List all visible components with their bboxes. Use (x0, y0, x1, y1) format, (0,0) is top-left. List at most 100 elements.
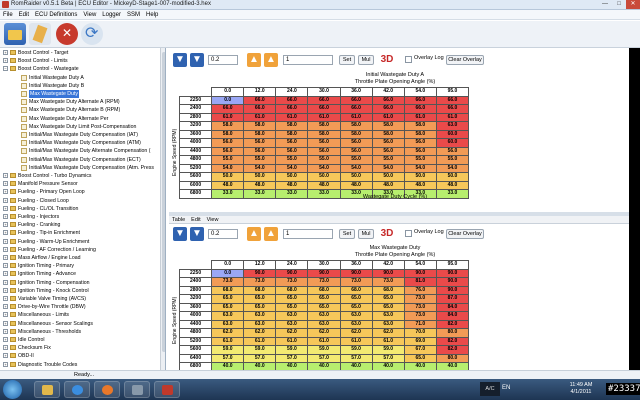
table-cell[interactable]: 65.0 (339, 302, 373, 312)
av-indicator[interactable]: A/C (480, 382, 500, 396)
table-cell[interactable]: 65.0 (307, 294, 341, 304)
table-cell[interactable]: 55.0 (243, 155, 277, 165)
decrement-fine-button[interactable] (173, 53, 187, 67)
tree-item[interactable]: Max Wastegate Duty Alternate B (RPM) (0, 106, 165, 114)
table-cell[interactable]: 61.0 (435, 112, 470, 122)
table-cell[interactable]: 48.0 (275, 180, 309, 190)
table-cell[interactable]: 58.0 (371, 121, 405, 131)
tree-item[interactable]: + Miscellaneous - Sensor Scalings (0, 320, 165, 328)
row-header[interactable]: 4400 (178, 319, 213, 329)
row-header[interactable]: 6000 (178, 180, 213, 190)
maximize-button[interactable]: □ (612, 0, 626, 9)
row-header[interactable]: 4400 (178, 146, 213, 156)
tree-item[interactable]: + Diagnostic Trouble Codes (0, 361, 165, 369)
table-cell[interactable]: 55.0 (307, 155, 341, 165)
table-cell[interactable]: 57.0 (307, 353, 341, 363)
clear-overlay-button[interactable]: Clear Overlay (446, 55, 484, 65)
table-cell[interactable]: 82.0 (435, 345, 470, 355)
menu-edit[interactable]: Edit (16, 10, 32, 19)
table-cell[interactable]: 58.0 (339, 121, 373, 131)
start-button[interactable] (3, 380, 22, 399)
language-indicator[interactable]: EN (502, 385, 510, 391)
close-rom-icon[interactable] (56, 23, 78, 45)
menu-ssm[interactable]: SSM (124, 10, 143, 19)
table-cell[interactable]: 50.0 (371, 172, 405, 182)
table-cell[interactable]: 73.0 (371, 277, 405, 287)
tree-item[interactable]: − Boost Control - Wastegate (0, 65, 165, 73)
clock[interactable]: 11:49 AM 4/1/2011 (563, 382, 599, 396)
table-cell[interactable]: 65.0 (307, 302, 341, 312)
collapse-icon[interactable]: − (3, 66, 8, 72)
tree-item[interactable]: + Variable Valve Timing (AVCS) (0, 295, 165, 303)
table-cell[interactable]: 56.0 (243, 138, 277, 148)
tree-item[interactable]: + Miscellaneous - Limits (0, 311, 165, 319)
table-cell[interactable]: 58.0 (243, 129, 277, 139)
expand-icon[interactable]: + (3, 328, 8, 334)
table-cell[interactable]: 68.0 (307, 285, 341, 295)
table-cell[interactable]: 61.0 (371, 336, 405, 346)
table-cell[interactable]: 58.0 (307, 129, 341, 139)
table-cell[interactable]: 54.0 (339, 163, 373, 173)
table-cell[interactable]: 48.0 (211, 180, 245, 190)
table-cell[interactable]: 56.0 (403, 138, 437, 148)
table-cell[interactable]: 63.0 (243, 319, 277, 329)
table-cell[interactable]: 69.0 (403, 336, 437, 346)
tree-item[interactable]: + Fueling - Primary Open Loop (0, 188, 165, 196)
table-cell[interactable]: 61.0 (243, 336, 277, 346)
table-cell[interactable]: 65.0 (371, 294, 405, 304)
mul-button[interactable]: Mul (358, 229, 374, 239)
step-input[interactable]: 0.2 (208, 229, 238, 239)
expand-icon[interactable]: + (3, 296, 8, 301)
table-cell[interactable]: 54.0 (243, 163, 277, 173)
table-cell[interactable]: 58.0 (339, 129, 373, 139)
expand-icon[interactable]: + (3, 271, 8, 277)
table-cell[interactable]: 58.0 (211, 129, 245, 139)
table-cell[interactable]: 61.0 (371, 112, 405, 122)
table-cell[interactable]: 56.0 (307, 146, 341, 156)
taskbar-media[interactable] (64, 381, 90, 398)
expand-icon[interactable]: + (3, 279, 8, 285)
tree-item[interactable]: + Ignition Timing - Compensation (0, 279, 165, 287)
table-cell[interactable]: 59.0 (275, 345, 309, 355)
table-cell[interactable]: 61.0 (211, 112, 245, 122)
expand-icon[interactable]: + (3, 361, 8, 367)
table-cell[interactable]: 59.0 (243, 345, 277, 355)
tree-item[interactable]: + Boost Control - Target (0, 49, 165, 57)
expand-icon[interactable]: + (3, 320, 8, 326)
row-header[interactable]: 5200 (178, 336, 213, 346)
table-cell[interactable]: 67.0 (403, 345, 437, 355)
table-cell[interactable]: 58.0 (211, 121, 245, 131)
table-cell[interactable]: 54.0 (211, 163, 245, 173)
table-cell[interactable]: 62.0 (275, 328, 309, 338)
table-cell[interactable]: 90.0 (435, 285, 470, 295)
table-cell[interactable]: 66.0 (243, 95, 277, 105)
increment-fine-button[interactable] (247, 227, 261, 241)
tree-item[interactable]: + Drive-by-Wire Throttle (DBW) (0, 303, 165, 311)
increment-coarse-button[interactable] (264, 53, 278, 67)
table-cell[interactable]: 76.0 (403, 285, 437, 295)
column-header[interactable]: 95.0 (435, 87, 470, 97)
table-cell[interactable]: 58.0 (243, 121, 277, 131)
table-cell[interactable]: 90.0 (435, 277, 470, 287)
table-cell[interactable]: 48.0 (307, 180, 341, 190)
row-header[interactable]: 4800 (178, 328, 213, 338)
table-cell[interactable]: 66.0 (275, 95, 309, 105)
table-cell[interactable]: 66.0 (339, 95, 373, 105)
column-header[interactable]: 12.0 (243, 260, 277, 270)
table-cell[interactable]: 48.0 (435, 180, 470, 190)
table-cell[interactable]: 58.0 (371, 129, 405, 139)
tree-item[interactable]: + Fueling - Warm-Up Enrichment (0, 238, 165, 246)
table-cell[interactable]: 63.0 (211, 311, 245, 321)
row-header[interactable]: 3200 (178, 294, 213, 304)
table-cell[interactable]: 62.0 (339, 328, 373, 338)
mul-button[interactable]: Mul (358, 55, 374, 65)
table-cell[interactable]: 62.0 (243, 328, 277, 338)
tree-item[interactable]: Max Wastegate Duty Limit Post-Compensati… (0, 123, 165, 131)
table-cell[interactable]: 56.0 (435, 146, 470, 156)
column-header[interactable]: 30.0 (307, 87, 341, 97)
table-cell[interactable]: 56.0 (339, 146, 373, 156)
table-cell[interactable]: 60.0 (435, 129, 470, 139)
table-cell[interactable]: 56.0 (371, 146, 405, 156)
table-cell[interactable]: 66.0 (435, 104, 470, 114)
table-cell[interactable]: 80.0 (435, 328, 470, 338)
